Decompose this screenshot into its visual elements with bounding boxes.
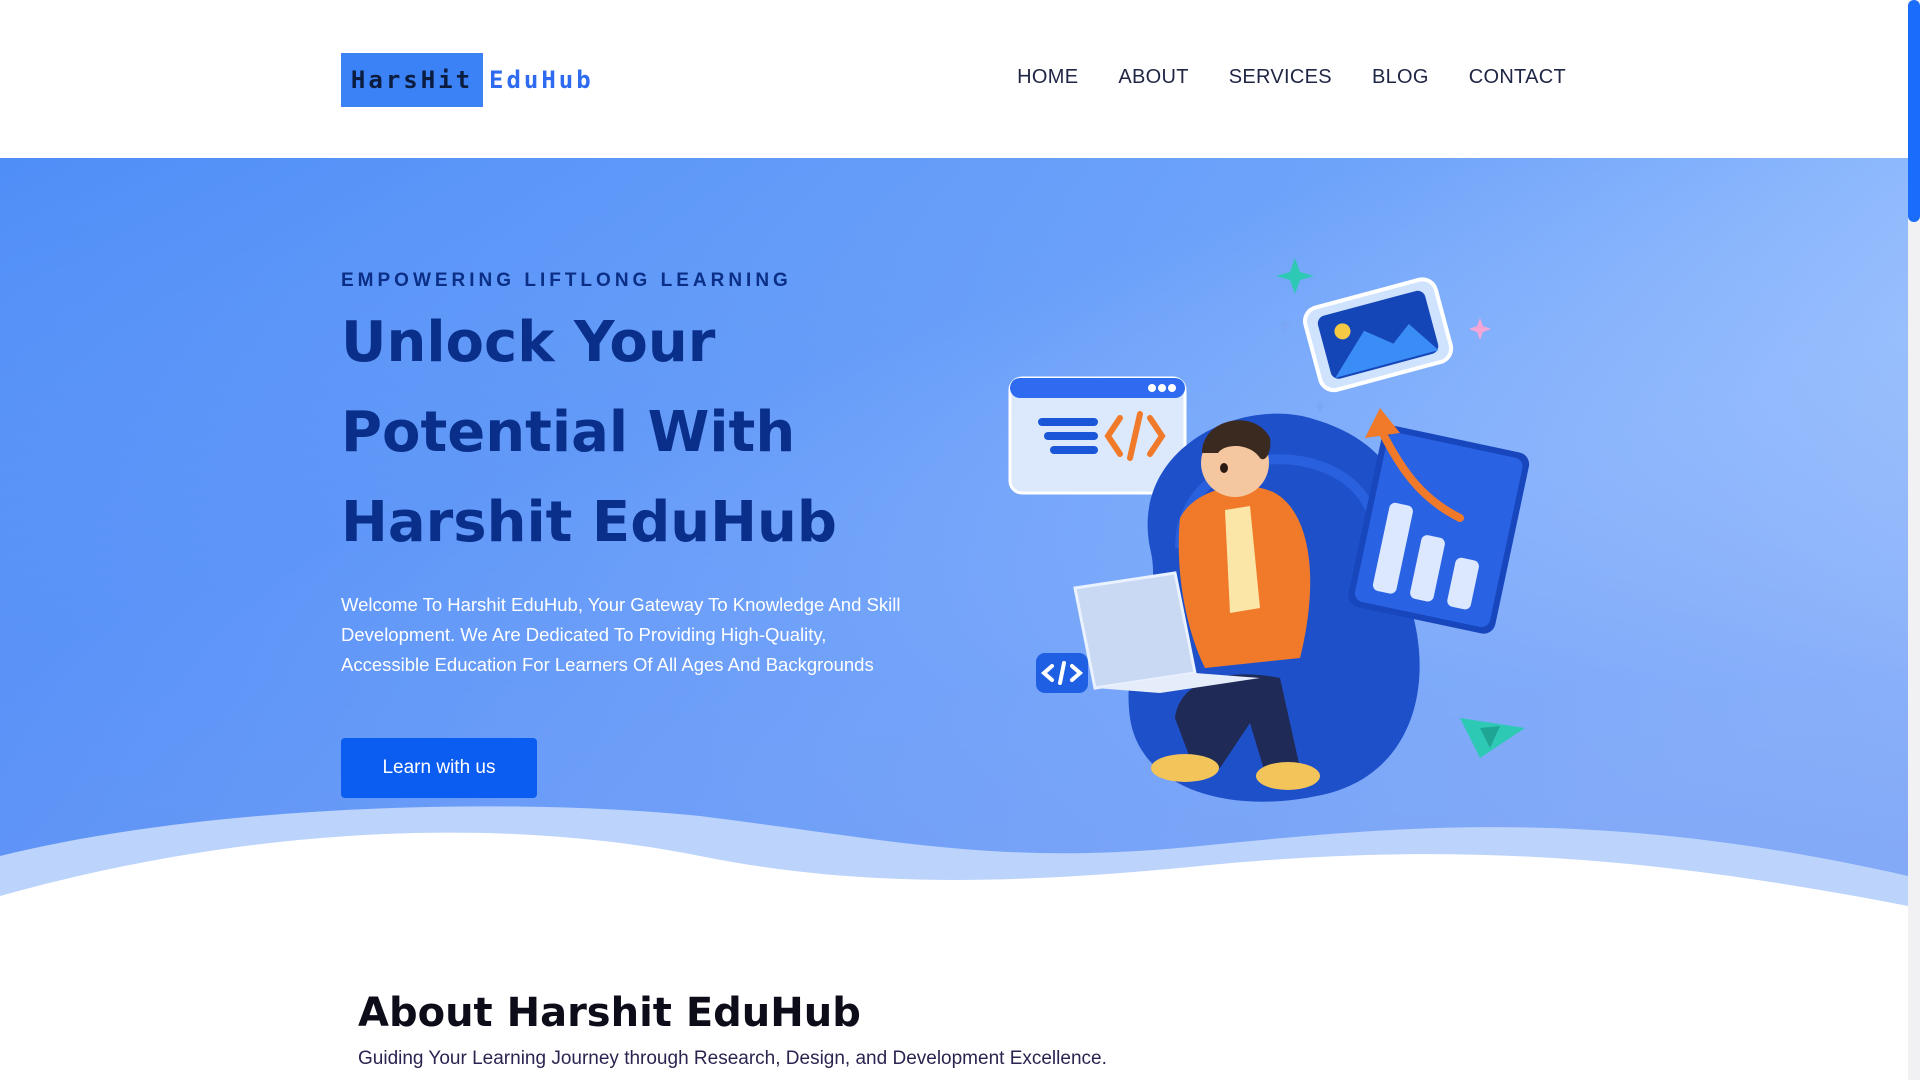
hero-title: Unlock Your Potential With Harshit EduHu… (341, 310, 837, 555)
nav-blog[interactable]: BLOG (1372, 66, 1429, 89)
about-subtitle: Guiding Your Learning Journey through Re… (358, 1048, 1107, 1069)
code-badge-icon (1036, 653, 1088, 693)
logo-box: HarsHit (341, 53, 483, 107)
scrollbar-thumb[interactable] (1908, 0, 1920, 222)
about-title: About Harshit EduHub (358, 990, 861, 1036)
nav-home[interactable]: HOME (1017, 66, 1078, 89)
arrow-head (1365, 408, 1400, 438)
nav-about[interactable]: ABOUT (1118, 66, 1188, 89)
site-logo[interactable]: HarsHit EduHub (341, 53, 594, 107)
hero-wave-divider (0, 806, 1908, 906)
nav-services[interactable]: SERVICES (1229, 66, 1332, 89)
site-header: HarsHit EduHub HOME ABOUT SERVICES BLOG … (0, 0, 1908, 158)
page-scrollbar[interactable] (1908, 0, 1920, 1080)
hero-description: Welcome To Harshit EduHub, Your Gateway … (341, 594, 901, 675)
student-with-laptop-illustration (1008, 258, 1530, 802)
hero-eyebrow: EMPOWERING LIFTLONG LEARNING (341, 270, 792, 291)
learn-with-us-button[interactable]: Learn with us (341, 738, 537, 798)
logo-text: EduHub (489, 66, 594, 94)
code-window-icon (1008, 376, 1187, 495)
hero-gradient-overlay (0, 158, 1908, 906)
image-card-icon (1303, 277, 1454, 393)
nav-contact[interactable]: CONTACT (1469, 66, 1566, 89)
main-nav: HOME ABOUT SERVICES BLOG CONTACT (1017, 66, 1566, 89)
hero-section: EMPOWERING LIFTLONG LEARNING Unlock Your… (0, 158, 1908, 906)
paper-plane-icon (1460, 718, 1525, 758)
